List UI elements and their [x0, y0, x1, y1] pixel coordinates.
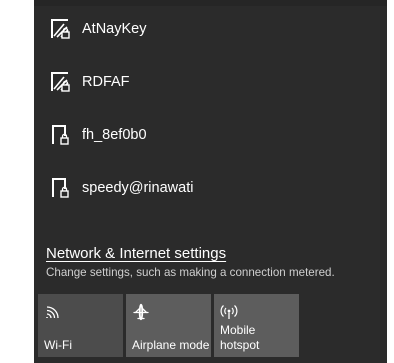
wifi-icon [44, 303, 62, 321]
network-name: AtNayKey [82, 21, 147, 37]
network-item-atnaykey[interactable]: AtNayKey [34, 3, 387, 55]
hotspot-icon [220, 303, 238, 321]
mobile-hotspot-tile[interactable]: Mobile hotspot [214, 294, 299, 357]
network-item-fh-8ef0b0[interactable]: fh_8ef0b0 [34, 109, 387, 161]
airplane-tile-label: Airplane mode [132, 338, 210, 352]
airplane-icon [132, 303, 150, 321]
wifi-weak-secured-icon [48, 123, 72, 147]
desktop-background: AtNayKey RDFAF fh_8ef0b0 speedy@rinawati… [0, 0, 394, 363]
network-name: fh_8ef0b0 [82, 127, 147, 143]
wifi-toggle-tile[interactable]: Wi-Fi [38, 294, 123, 357]
wifi-secured-icon [48, 17, 72, 41]
wifi-tile-label: Wi-Fi [44, 338, 72, 352]
network-flyout: AtNayKey RDFAF fh_8ef0b0 speedy@rinawati… [34, 0, 387, 363]
airplane-mode-tile[interactable]: Airplane mode [126, 294, 211, 357]
network-name: speedy@rinawati [82, 180, 194, 196]
wifi-weak-secured-icon [48, 176, 72, 200]
network-item-rdfaf[interactable]: RDFAF [34, 56, 387, 108]
network-settings-description: Change settings, such as making a connec… [46, 266, 335, 279]
network-item-speedy-rinawati[interactable]: speedy@rinawati [34, 162, 387, 214]
network-settings-link[interactable]: Network & Internet settings [46, 245, 226, 262]
hotspot-tile-label: Mobile hotspot [220, 323, 260, 352]
network-name: RDFAF [82, 74, 130, 90]
wifi-secured-icon [48, 70, 72, 94]
